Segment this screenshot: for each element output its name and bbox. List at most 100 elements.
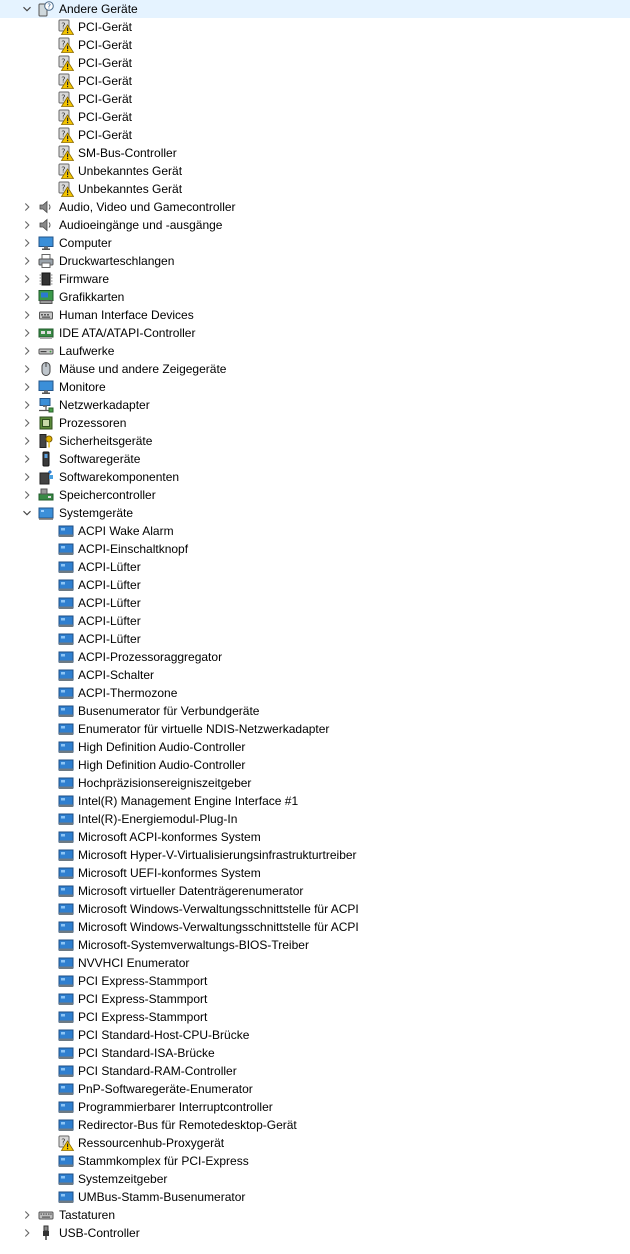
device-item[interactable]: ACPI-Schalter <box>0 666 630 684</box>
category-label: Firmware <box>59 272 109 286</box>
chevron-down-icon[interactable] <box>21 507 33 519</box>
chevron-right-icon[interactable] <box>21 1209 33 1221</box>
device-item[interactable]: PCI Express-Stammport <box>0 1008 630 1026</box>
chevron-right-icon[interactable] <box>21 1227 33 1239</box>
chevron-right-icon[interactable] <box>21 327 33 339</box>
system-device-icon <box>58 775 74 791</box>
device-item[interactable]: ? SM-Bus-Controller <box>0 144 630 162</box>
device-item[interactable]: ACPI-Lüfter <box>0 630 630 648</box>
device-item[interactable]: PCI Standard-ISA-Brücke <box>0 1044 630 1062</box>
category-speichercontroller[interactable]: Speichercontroller <box>0 486 630 504</box>
chevron-right-icon[interactable] <box>21 291 33 303</box>
category-netzwerkadapter[interactable]: Netzwerkadapter <box>0 396 630 414</box>
device-item[interactable]: ACPI-Lüfter <box>0 594 630 612</box>
device-item[interactable]: UMBus-Stamm-Busenumerator <box>0 1188 630 1206</box>
device-item[interactable]: PCI Standard-Host-CPU-Brücke <box>0 1026 630 1044</box>
device-item[interactable]: ? Ressourcenhub-Proxygerät <box>0 1134 630 1152</box>
category-softwareger-te[interactable]: Softwaregeräte <box>0 450 630 468</box>
device-item[interactable]: ? PCI-Gerät <box>0 108 630 126</box>
device-item[interactable]: Microsoft Windows-Verwaltungsschnittstel… <box>0 900 630 918</box>
device-item[interactable]: PCI Standard-RAM-Controller <box>0 1062 630 1080</box>
chevron-right-icon[interactable] <box>21 399 33 411</box>
category-label: Softwaregeräte <box>59 452 141 466</box>
system-device-icon <box>58 955 74 971</box>
chevron-right-icon[interactable] <box>21 417 33 429</box>
device-item[interactable]: Microsoft Hyper-V-Virtualisierungsinfras… <box>0 846 630 864</box>
category-systemger-te[interactable]: Systemgeräte <box>0 504 630 522</box>
device-item[interactable]: Microsoft Windows-Verwaltungsschnittstel… <box>0 918 630 936</box>
device-item[interactable]: NVVHCI Enumerator <box>0 954 630 972</box>
device-label: PCI Standard-ISA-Brücke <box>78 1046 215 1060</box>
device-item[interactable]: ? Unbekanntes Gerät <box>0 180 630 198</box>
device-item[interactable]: ACPI-Einschaltknopf <box>0 540 630 558</box>
chevron-right-icon[interactable] <box>21 471 33 483</box>
device-item[interactable]: Microsoft virtueller Datenträgerenumerat… <box>0 882 630 900</box>
device-item[interactable]: Enumerator für virtuelle NDIS-Netzwerkad… <box>0 720 630 738</box>
device-label: ACPI-Lüfter <box>78 596 141 610</box>
category-monitore[interactable]: Monitore <box>0 378 630 396</box>
device-item[interactable]: High Definition Audio-Controller <box>0 738 630 756</box>
chevron-right-icon[interactable] <box>21 201 33 213</box>
device-item[interactable]: Redirector-Bus für Remotedesktop-Gerät <box>0 1116 630 1134</box>
category-sicherheitsger-te[interactable]: Sicherheitsgeräte <box>0 432 630 450</box>
device-item[interactable]: ACPI-Prozessoraggregator <box>0 648 630 666</box>
device-item[interactable]: Systemzeitgeber <box>0 1170 630 1188</box>
chevron-right-icon[interactable] <box>21 237 33 249</box>
device-item[interactable]: ACPI Wake Alarm <box>0 522 630 540</box>
category-audio-video-und-gamecontroller[interactable]: Audio, Video und Gamecontroller <box>0 198 630 216</box>
system-device-icon <box>58 1171 74 1187</box>
device-item[interactable]: ? PCI-Gerät <box>0 90 630 108</box>
chevron-right-icon[interactable] <box>21 255 33 267</box>
category-druckwarteschlangen[interactable]: Druckwarteschlangen <box>0 252 630 270</box>
category-computer[interactable]: Computer <box>0 234 630 252</box>
device-item[interactable]: Microsoft ACPI-konformes System <box>0 828 630 846</box>
chevron-right-icon[interactable] <box>21 489 33 501</box>
device-item[interactable]: Hochpräzisionsereigniszeitgeber <box>0 774 630 792</box>
device-item[interactable]: PCI Express-Stammport <box>0 990 630 1008</box>
device-item[interactable]: ? PCI-Gerät <box>0 126 630 144</box>
chevron-right-icon[interactable] <box>21 381 33 393</box>
device-item[interactable]: ? PCI-Gerät <box>0 72 630 90</box>
device-item[interactable]: Microsoft-Systemverwaltungs-BIOS-Treiber <box>0 936 630 954</box>
device-item[interactable]: ? PCI-Gerät <box>0 18 630 36</box>
device-item[interactable]: ACPI-Lüfter <box>0 576 630 594</box>
device-item[interactable]: ? PCI-Gerät <box>0 36 630 54</box>
device-item[interactable]: ACPI-Lüfter <box>0 558 630 576</box>
device-item[interactable]: High Definition Audio-Controller <box>0 756 630 774</box>
category-m-use-und-andere-zeigeger-te[interactable]: Mäuse und andere Zeigegeräte <box>0 360 630 378</box>
device-item[interactable]: PnP-Softwaregeräte-Enumerator <box>0 1080 630 1098</box>
device-item[interactable]: ? Unbekanntes Gerät <box>0 162 630 180</box>
category-prozessoren[interactable]: Prozessoren <box>0 414 630 432</box>
chevron-right-icon[interactable] <box>21 219 33 231</box>
category-softwarekomponenten[interactable]: Softwarekomponenten <box>0 468 630 486</box>
device-item[interactable]: Microsoft UEFI-konformes System <box>0 864 630 882</box>
category-tastaturen[interactable]: Tastaturen <box>0 1206 630 1224</box>
device-item[interactable]: Stammkomplex für PCI-Express <box>0 1152 630 1170</box>
warning-device-icon: ? <box>58 181 75 197</box>
chevron-down-icon[interactable] <box>21 3 33 15</box>
chevron-right-icon[interactable] <box>21 363 33 375</box>
device-item[interactable]: Busenumerator für Verbundgeräte <box>0 702 630 720</box>
category-label: Human Interface Devices <box>59 308 194 322</box>
device-item[interactable]: Intel(R) Management Engine Interface #1 <box>0 792 630 810</box>
category-audioeing-nge-und-ausg-nge[interactable]: Audioeingänge und -ausgänge <box>0 216 630 234</box>
device-item[interactable]: ? PCI-Gerät <box>0 54 630 72</box>
device-label: PCI Express-Stammport <box>78 1010 208 1024</box>
category-firmware[interactable]: Firmware <box>0 270 630 288</box>
category-laufwerke[interactable]: Laufwerke <box>0 342 630 360</box>
device-item[interactable]: Intel(R)-Energiemodul-Plug-In <box>0 810 630 828</box>
chevron-right-icon[interactable] <box>21 345 33 357</box>
device-item[interactable]: Programmierbarer Interruptcontroller <box>0 1098 630 1116</box>
category-grafikkarten[interactable]: Grafikkarten <box>0 288 630 306</box>
category-andere-ger-te[interactable]: ? Andere Geräte <box>0 0 630 18</box>
category-human-interface-devices[interactable]: Human Interface Devices <box>0 306 630 324</box>
category-usb-controller[interactable]: USB-Controller <box>0 1224 630 1242</box>
chevron-right-icon[interactable] <box>21 273 33 285</box>
category-ide-ata-atapi-controller[interactable]: IDE ATA/ATAPI-Controller <box>0 324 630 342</box>
device-item[interactable]: PCI Express-Stammport <box>0 972 630 990</box>
device-item[interactable]: ACPI-Lüfter <box>0 612 630 630</box>
chevron-right-icon[interactable] <box>21 309 33 321</box>
chevron-right-icon[interactable] <box>21 435 33 447</box>
chevron-right-icon[interactable] <box>21 453 33 465</box>
device-item[interactable]: ACPI-Thermozone <box>0 684 630 702</box>
